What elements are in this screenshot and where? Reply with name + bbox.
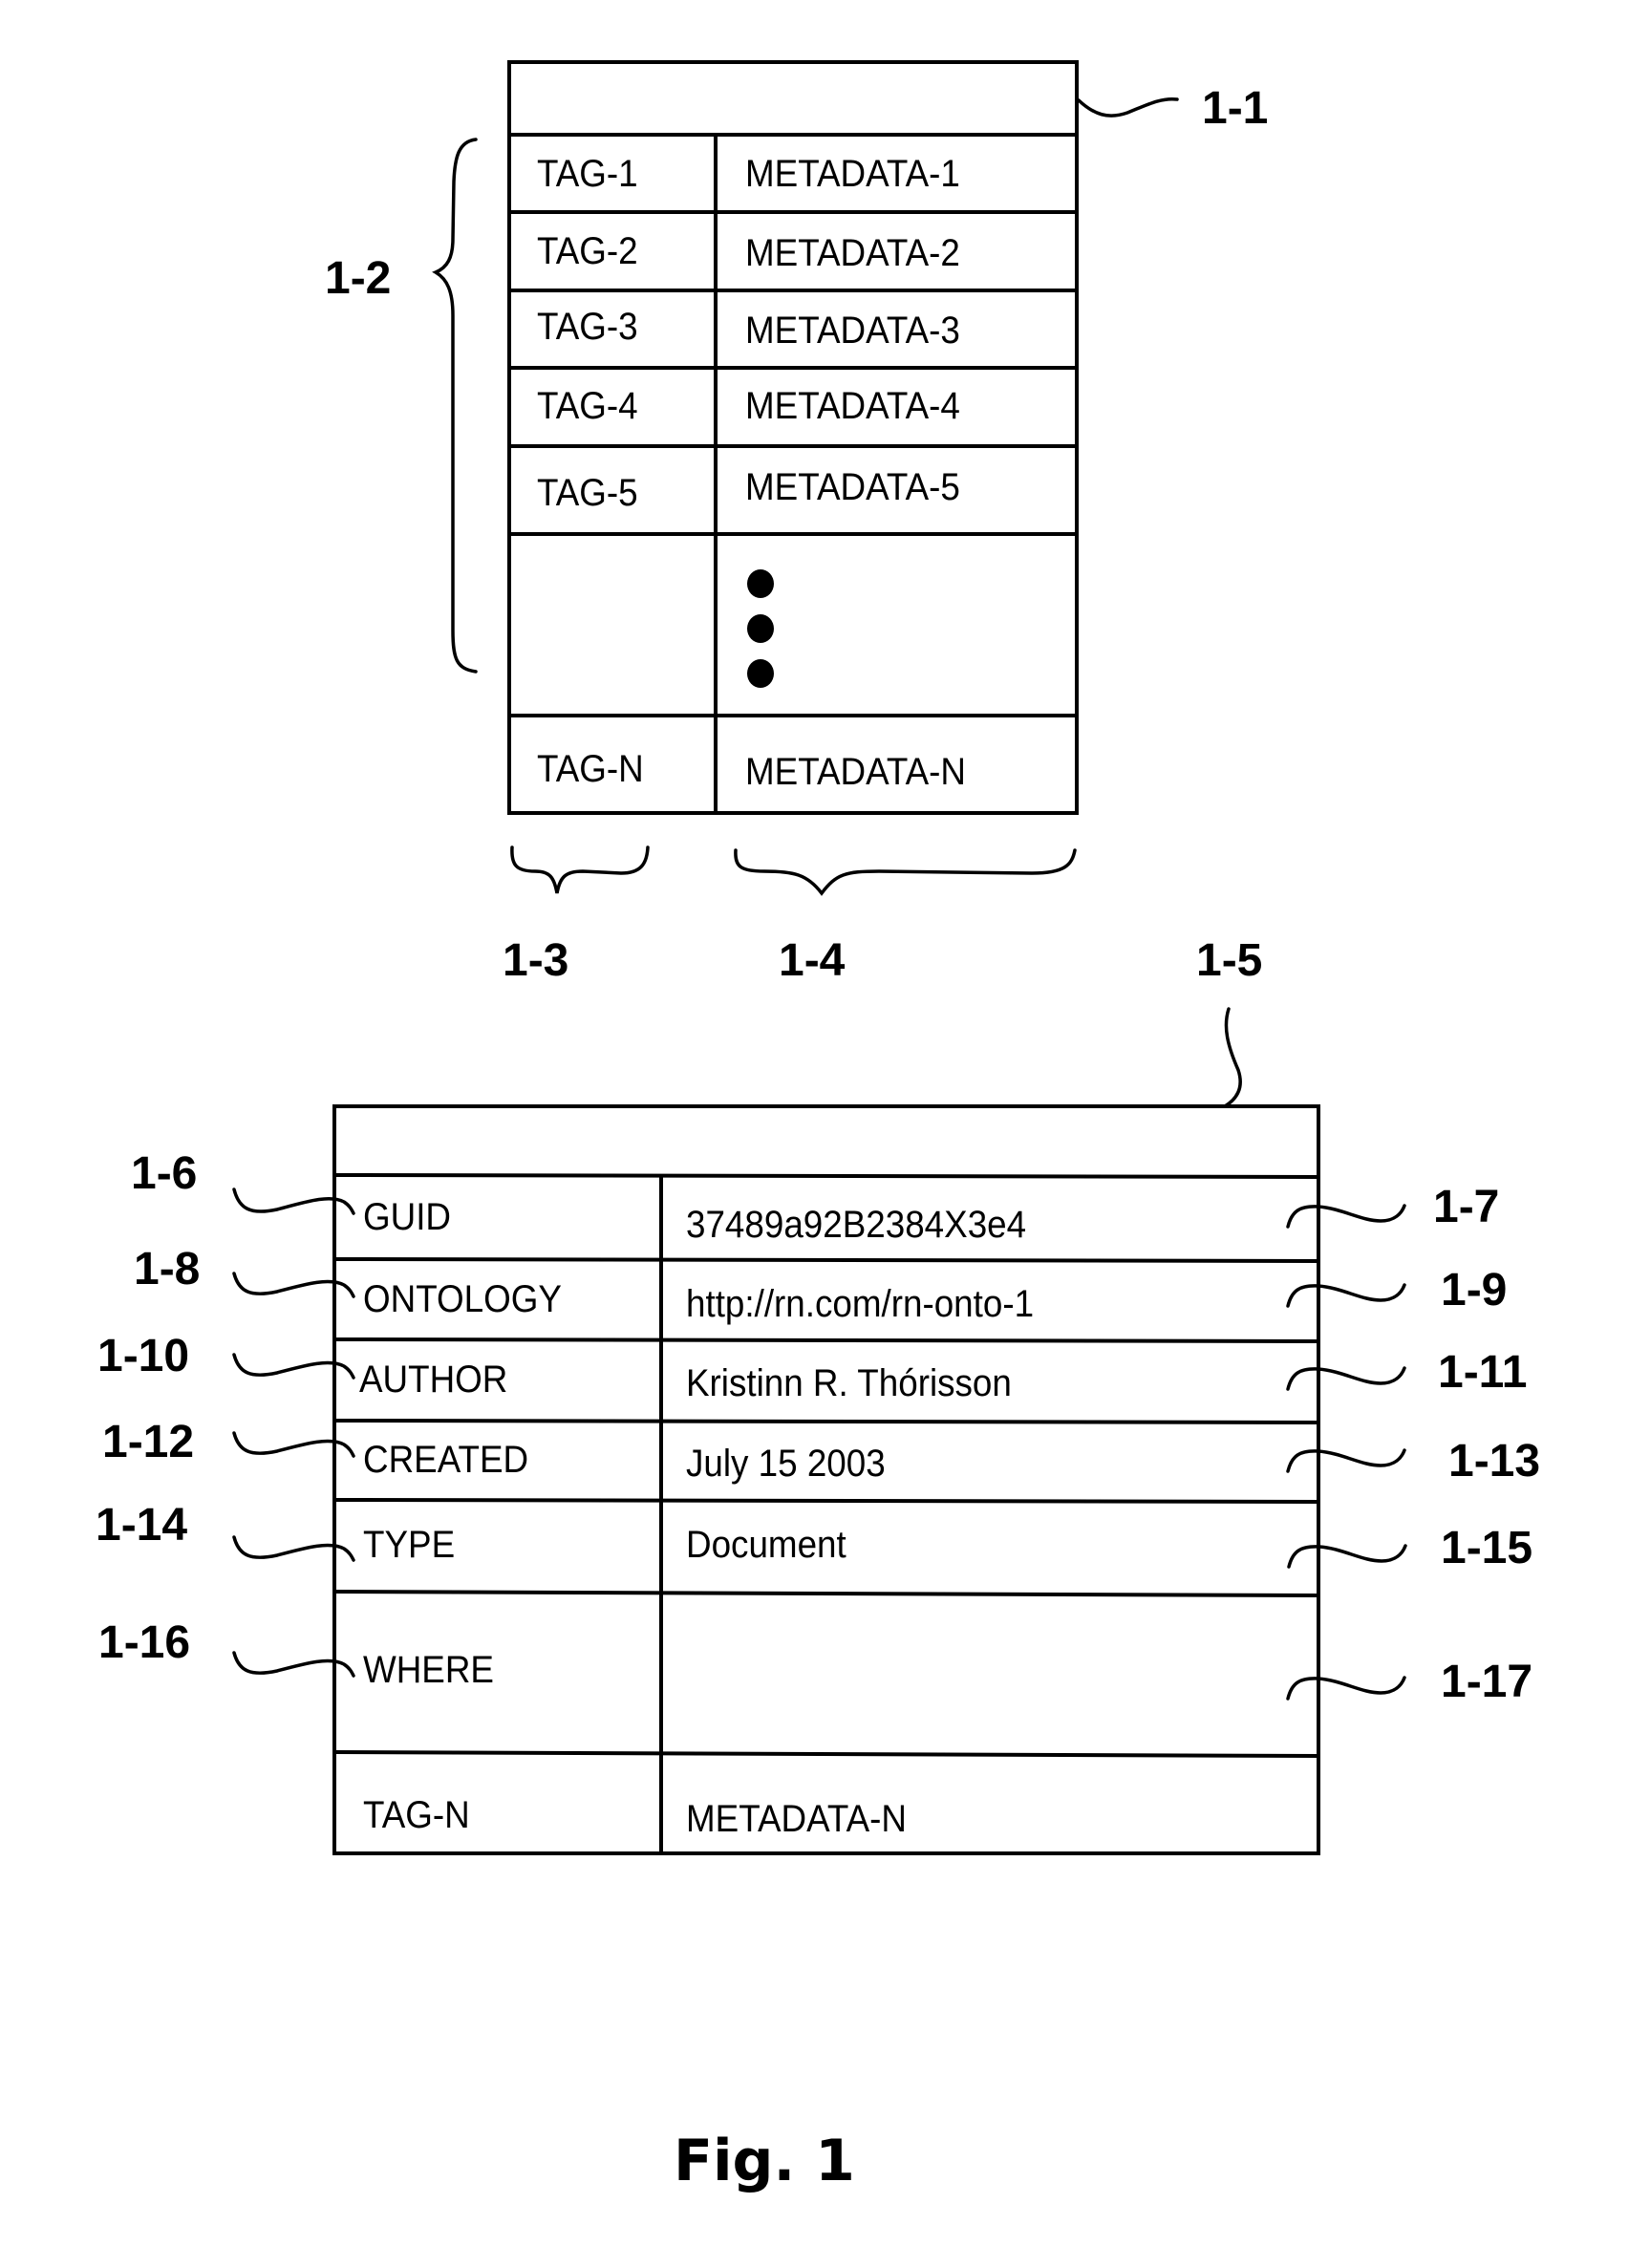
ref-label-guid-tag: 1-6 bbox=[131, 1148, 198, 1199]
leader-1-5 bbox=[1223, 1007, 1242, 1108]
row-divider bbox=[333, 1337, 1319, 1343]
row-divider bbox=[333, 1750, 1319, 1758]
ref-label-metadata-column: 1-4 bbox=[779, 935, 846, 986]
row-divider bbox=[333, 1257, 1319, 1263]
metadata-cell: METADATA-5 bbox=[745, 466, 960, 508]
ellipsis-dot bbox=[747, 569, 774, 598]
brace-1-2 bbox=[432, 138, 478, 674]
metadata-cell: METADATA-N bbox=[686, 1798, 908, 1840]
leader-1-9 bbox=[1286, 1283, 1406, 1308]
ref-label-record: 1-1 bbox=[1202, 83, 1269, 134]
metadata-cell: METADATA-4 bbox=[745, 385, 960, 427]
tag-cell: TYPE bbox=[363, 1524, 456, 1566]
tag-cell: AUTHOR bbox=[359, 1359, 508, 1401]
leader-1-7 bbox=[1286, 1204, 1406, 1229]
ref-label-ontology-value: 1-9 bbox=[1441, 1265, 1508, 1316]
metadata-cell: METADATA-3 bbox=[745, 310, 960, 352]
ref-label-author-value: 1-11 bbox=[1438, 1347, 1528, 1398]
figure-caption: Fig. 1 bbox=[674, 2128, 855, 2194]
ref-label-where-value: 1-17 bbox=[1441, 1657, 1533, 1707]
header-divider bbox=[333, 1173, 1319, 1179]
leader-1-1 bbox=[1077, 96, 1179, 118]
ref-label-author-tag: 1-10 bbox=[97, 1331, 190, 1381]
ref-label-tag-column: 1-3 bbox=[503, 935, 569, 986]
leader-1-13 bbox=[1286, 1448, 1406, 1473]
metadata-cell: 37489a92B2384X3e4 bbox=[686, 1204, 1027, 1246]
tag-cell: WHERE bbox=[363, 1649, 494, 1691]
tag-cell: GUID bbox=[363, 1196, 451, 1238]
tag-cell: TAG-5 bbox=[537, 472, 638, 514]
ellipsis-dot bbox=[747, 614, 774, 643]
ref-label-ontology-tag: 1-8 bbox=[134, 1244, 201, 1294]
leader-1-15 bbox=[1287, 1544, 1407, 1569]
tag-cell: CREATED bbox=[363, 1439, 529, 1481]
ref-label-created-value: 1-13 bbox=[1448, 1436, 1541, 1487]
row-divider bbox=[333, 1498, 1319, 1504]
ref-label-example-record: 1-5 bbox=[1196, 935, 1263, 986]
metadata-cell: METADATA-1 bbox=[745, 153, 960, 195]
leader-1-17 bbox=[1286, 1676, 1406, 1701]
tag-cell: TAG-3 bbox=[537, 306, 638, 348]
metadata-cell: METADATA-2 bbox=[745, 232, 960, 274]
brace-1-3 bbox=[510, 845, 650, 894]
ref-label-guid-value: 1-7 bbox=[1433, 1182, 1500, 1232]
metadata-cell: Document bbox=[686, 1524, 846, 1566]
ref-label-tag-group: 1-2 bbox=[325, 253, 392, 304]
leader-1-11 bbox=[1286, 1366, 1406, 1391]
metadata-cell: July 15 2003 bbox=[686, 1443, 886, 1485]
tag-cell: TAG-N bbox=[537, 748, 644, 790]
row-divider bbox=[333, 1419, 1319, 1424]
ref-label-created-tag: 1-12 bbox=[102, 1417, 195, 1467]
ref-label-type-tag: 1-14 bbox=[96, 1500, 188, 1551]
brace-1-4 bbox=[734, 848, 1077, 896]
metadata-cell: METADATA-N bbox=[745, 751, 967, 793]
ellipsis-dot bbox=[747, 659, 774, 688]
tag-cell: TAG-1 bbox=[537, 153, 638, 195]
tag-cell: TAG-N bbox=[363, 1794, 470, 1836]
metadata-cell: http://rn.com/rn-onto-1 bbox=[686, 1283, 1035, 1325]
metadata-cell: Kristinn R. Thórisson bbox=[686, 1362, 1012, 1404]
tag-cell: ONTOLOGY bbox=[363, 1278, 562, 1320]
tag-cell: TAG-2 bbox=[537, 230, 638, 272]
ref-label-type-value: 1-15 bbox=[1441, 1523, 1533, 1573]
patent-figure: TAG-1 METADATA-1 TAG-2 METADATA-2 TAG-3 … bbox=[0, 0, 1650, 2268]
row-divider bbox=[333, 1590, 1319, 1597]
ref-label-where-tag: 1-16 bbox=[98, 1617, 191, 1668]
tag-cell: TAG-4 bbox=[537, 385, 638, 427]
